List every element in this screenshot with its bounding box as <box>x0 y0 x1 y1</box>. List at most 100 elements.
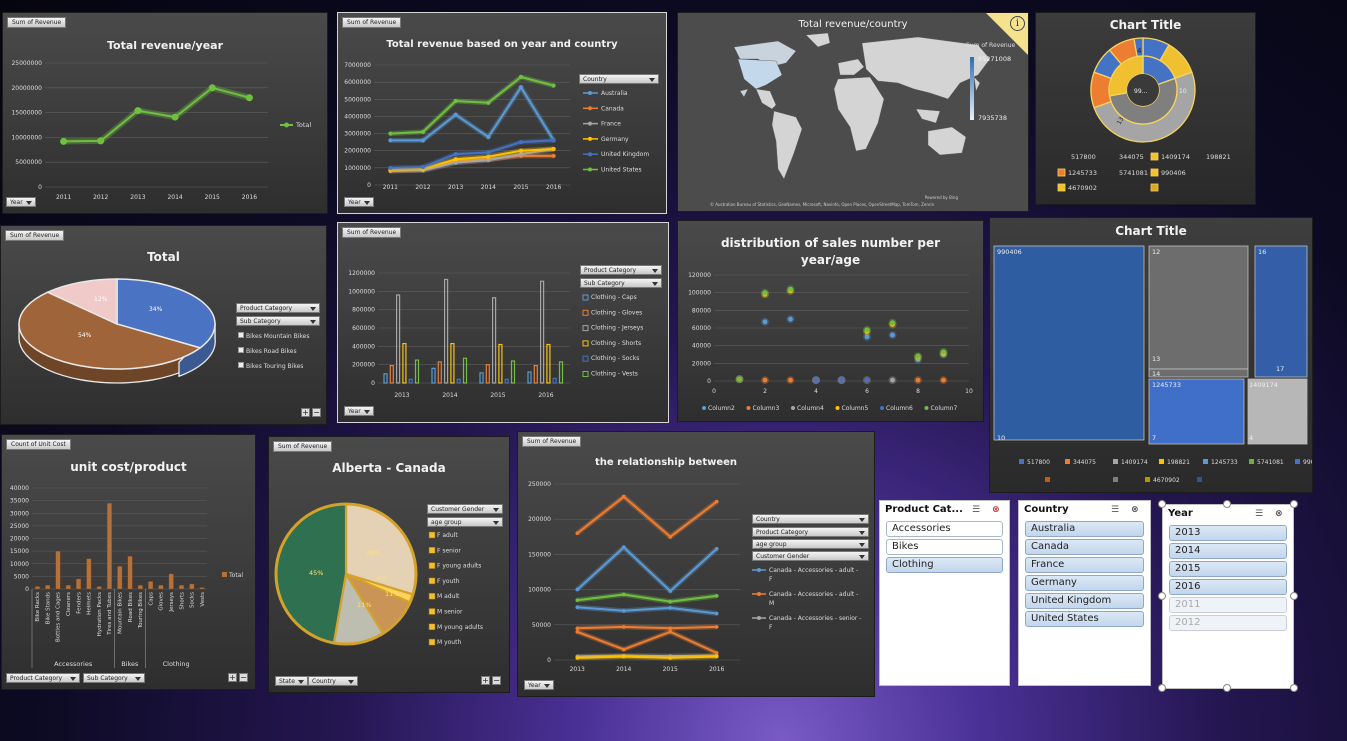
x-tick-label: 2016 <box>709 666 724 673</box>
age-group-filter[interactable]: age group <box>752 539 869 549</box>
slice-label: 12% <box>94 296 108 303</box>
country-filter[interactable]: Country <box>579 74 659 84</box>
product-category-filter[interactable]: Product Category <box>236 303 320 313</box>
data-point <box>668 599 673 604</box>
segment-label: 4 <box>1137 47 1142 55</box>
x-tick-label: Bike Racks <box>35 592 41 622</box>
resize-handle[interactable] <box>1223 500 1231 508</box>
country-filter[interactable]: Country <box>752 514 869 524</box>
slicer-item[interactable]: 2011 <box>1169 597 1287 613</box>
customer-gender-filter[interactable]: Customer Gender <box>427 504 503 514</box>
legend-swatch <box>428 547 436 554</box>
multi-select-icon[interactable]: ☰ <box>1111 505 1119 515</box>
x-tick-label: 2015 <box>663 666 678 673</box>
slice-label: 11% <box>357 601 371 609</box>
slicer-item[interactable]: 2014 <box>1169 543 1287 559</box>
group-label: Clothing <box>163 660 190 668</box>
bar <box>158 584 164 590</box>
product-category-filter[interactable]: Product Category <box>752 527 869 537</box>
resize-handle[interactable] <box>1158 500 1166 508</box>
clear-filter-icon[interactable]: ⊗ <box>1131 505 1139 515</box>
resize-handle[interactable] <box>1290 684 1298 692</box>
x-tick-label: 8 <box>916 388 920 395</box>
slicer-item[interactable]: 2013 <box>1169 525 1287 541</box>
relationship-panel: Sum of Revenue the relationship between … <box>517 431 875 697</box>
legend-swatch <box>428 638 436 646</box>
slicer-item[interactable]: Accessories <box>886 521 1003 537</box>
collapse-button[interactable]: − <box>492 676 501 685</box>
treemap-panel: Chart Title 990406 12 16 13 17 14 1245733 14091… <box>989 217 1313 493</box>
product-category-filter[interactable]: Product Category <box>580 265 662 275</box>
slicer-item[interactable]: Australia <box>1025 521 1144 537</box>
year-axis-button[interactable]: Year <box>6 197 36 207</box>
legend-swatch <box>1057 183 1066 192</box>
resize-handle[interactable] <box>1223 684 1231 692</box>
legend-label: M young adults <box>437 624 483 631</box>
clothing-panel: Sum of Revenue 0 200000 400000 600000 800000… <box>337 222 669 423</box>
x-tick-label: Caps <box>148 592 154 606</box>
year-axis-button[interactable]: Year <box>524 680 554 690</box>
expand-button[interactable]: + <box>481 676 490 685</box>
data-point <box>668 589 673 593</box>
bar <box>127 555 133 590</box>
data-point <box>621 545 626 550</box>
product-category-filter[interactable]: Product Category <box>6 673 80 683</box>
legend-swatch <box>1249 459 1254 464</box>
expand-button[interactable]: + <box>301 408 310 417</box>
data-point <box>668 630 673 634</box>
y-tick-label: 120000 <box>688 272 711 279</box>
bar <box>456 378 461 384</box>
resize-handle[interactable] <box>1158 684 1166 692</box>
country-axis-button[interactable]: Country <box>308 676 358 686</box>
data-point <box>621 608 626 613</box>
x-tick-label: Tires and Tubes <box>107 592 113 636</box>
collapse-button[interactable]: − <box>312 408 321 417</box>
slicer-item[interactable]: France <box>1025 557 1144 573</box>
bar <box>137 584 143 590</box>
y-tick-label: 15000000 <box>11 110 42 117</box>
data-point <box>575 626 580 631</box>
year-axis-button[interactable]: Year <box>344 406 374 416</box>
slicer-item[interactable]: 2012 <box>1169 615 1287 631</box>
slicer-item[interactable]: Canada <box>1025 539 1144 555</box>
resize-handle[interactable] <box>1158 592 1166 600</box>
slicer-item[interactable]: Bikes <box>886 539 1003 555</box>
slicer-item[interactable]: 2016 <box>1169 579 1287 595</box>
sub-category-filter[interactable]: Sub Category <box>580 278 662 288</box>
info-icon[interactable]: i <box>1010 16 1025 31</box>
year-axis-button[interactable]: Year <box>344 197 374 207</box>
resize-handle[interactable] <box>1290 592 1298 600</box>
data-point <box>551 83 556 88</box>
treemap-label: 17 <box>1276 365 1284 373</box>
slicer-item[interactable]: Germany <box>1025 575 1144 591</box>
bar <box>189 583 195 590</box>
y-tick-label: 0 <box>707 378 711 385</box>
slicer-item[interactable]: United Kingdom <box>1025 593 1144 609</box>
data-point <box>668 656 673 660</box>
age-group-filter[interactable]: age group <box>427 517 503 527</box>
clear-filter-icon[interactable]: ⊗ <box>1275 509 1283 519</box>
data-point <box>714 594 719 598</box>
multi-select-icon[interactable]: ☰ <box>972 505 980 515</box>
state-axis-button[interactable]: State <box>275 676 308 686</box>
legend-label: Australia <box>601 90 628 97</box>
legend-label: F young adults <box>437 563 481 570</box>
slicer-item[interactable]: United States <box>1025 611 1144 627</box>
expand-button[interactable]: + <box>228 673 237 682</box>
resize-handle[interactable] <box>1290 500 1298 508</box>
bar <box>55 550 61 590</box>
y-tick-label: 35000 <box>10 498 29 505</box>
legend-label: Column2 <box>708 405 735 412</box>
multi-select-icon[interactable]: ☰ <box>1255 509 1263 519</box>
clear-filter-icon[interactable]: ⊗ <box>992 505 1000 515</box>
sub-category-filter[interactable]: Sub Category <box>236 316 320 326</box>
x-tick-label: 2014 <box>442 392 457 399</box>
slicer-item[interactable]: 2015 <box>1169 561 1287 577</box>
customer-gender-filter[interactable]: Customer Gender <box>752 551 869 561</box>
y-tick-label: 10000000 <box>11 134 42 141</box>
sub-category-filter[interactable]: Sub Category <box>83 673 145 683</box>
slicer-item[interactable]: Clothing <box>886 557 1003 573</box>
legend-label: 1245733 <box>1211 459 1238 466</box>
collapse-button[interactable]: − <box>239 673 248 682</box>
legend-swatch <box>1019 459 1024 464</box>
